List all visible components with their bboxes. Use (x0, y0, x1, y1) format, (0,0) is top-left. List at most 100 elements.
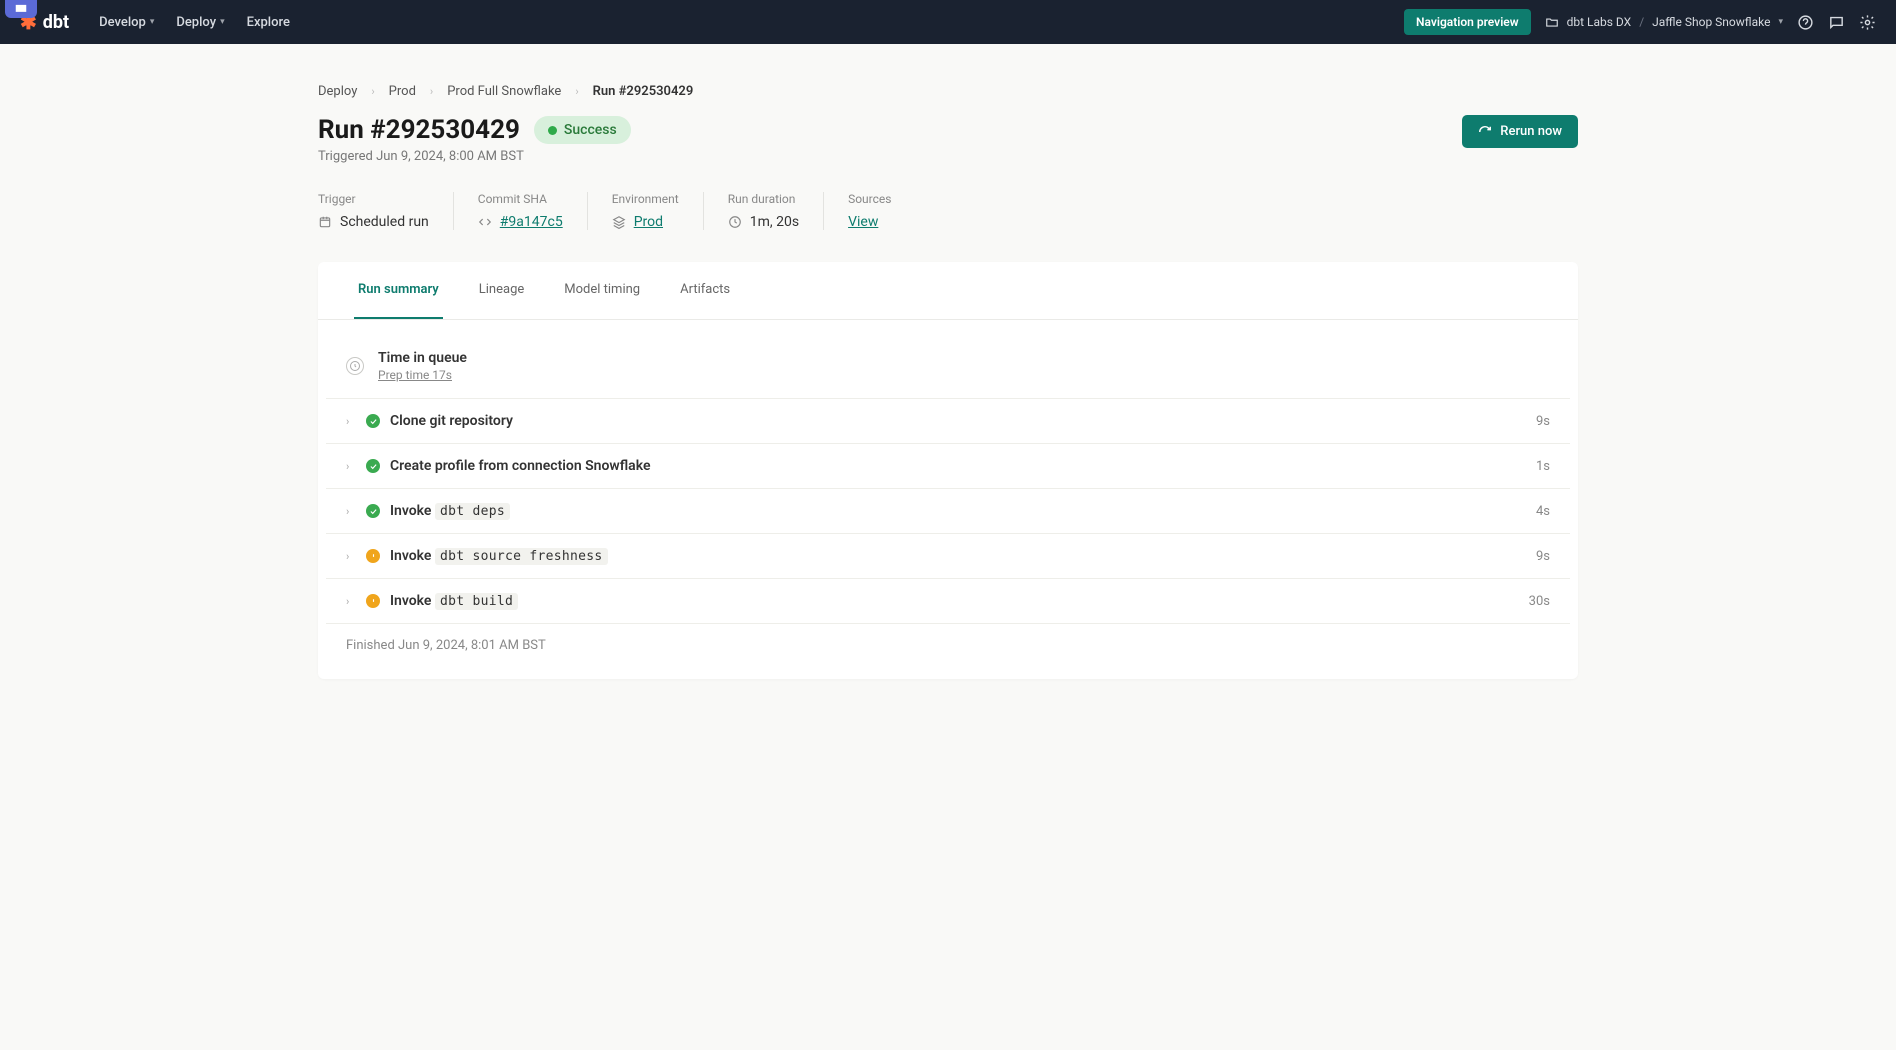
page-title: Run #292530429 (318, 115, 520, 145)
chevron-right-icon: › (371, 85, 374, 98)
nav-deploy[interactable]: Deploy ▾ (176, 15, 224, 30)
status-badge: Success (534, 116, 631, 144)
step-row[interactable]: › Create profile from connection Snowflak… (326, 443, 1570, 488)
account-name: dbt Labs DX (1567, 15, 1632, 29)
brand-text: dbt (43, 12, 69, 33)
run-summary-card: Run summary Lineage Model timing Artifac… (318, 262, 1578, 679)
step-prefix: Invoke (390, 593, 435, 609)
meta-commit-label: Commit SHA (478, 192, 563, 206)
project-name: Jaffle Shop Snowflake (1652, 15, 1770, 29)
account-project-selector[interactable]: dbt Labs DX / Jaffle Shop Snowflake ▾ (1545, 15, 1783, 29)
settings-icon[interactable] (1859, 14, 1876, 31)
step-command: dbt deps (435, 503, 510, 520)
queue-subtitle[interactable]: Prep time 17s (378, 368, 467, 382)
topbar-right: Navigation preview dbt Labs DX / Jaffle … (1404, 9, 1876, 35)
step-row[interactable]: ›Invoke dbt deps4s (326, 488, 1570, 533)
warning-icon (366, 549, 380, 563)
meta-commit-value[interactable]: #9a147c5 (500, 214, 563, 230)
step-row[interactable]: › Clone git repository 9s (326, 398, 1570, 443)
step-text: Create profile from connection Snowflake (390, 458, 651, 474)
success-icon (366, 414, 380, 428)
chevron-down-icon: ▾ (1778, 17, 1783, 27)
meta-commit: Commit SHA #9a147c5 (454, 192, 588, 230)
steps-list: Time in queue Prep time 17s › Clone git r… (318, 320, 1578, 675)
chevron-down-icon: ▾ (220, 17, 225, 27)
meta-trigger: Trigger Scheduled run (318, 192, 454, 230)
success-dot-icon (548, 126, 557, 135)
nav-explore-label: Explore (247, 15, 290, 30)
warning-icon (366, 594, 380, 608)
chevron-right-icon: › (575, 85, 578, 98)
breadcrumb-env[interactable]: Prod (389, 84, 416, 99)
success-icon (366, 504, 380, 518)
nav-items: Develop ▾ Deploy ▾ Explore (99, 15, 290, 30)
folder-icon (1545, 15, 1559, 29)
run-metadata: Trigger Scheduled run Commit SHA #9a147c… (318, 192, 1578, 230)
chevron-right-icon[interactable]: › (346, 460, 356, 473)
step-label: Clone git repository (390, 413, 513, 429)
clock-icon (346, 357, 364, 375)
step-prefix: Invoke (390, 503, 435, 519)
calendar-icon (318, 215, 332, 229)
tab-run-summary[interactable]: Run summary (354, 262, 443, 319)
tabs: Run summary Lineage Model timing Artifac… (318, 262, 1578, 320)
step-label: Invoke dbt deps (390, 503, 510, 519)
step-row[interactable]: › Invoke dbt build 30s (326, 578, 1570, 623)
step-duration: 9s (1536, 414, 1550, 429)
breadcrumb: Deploy › Prod › Prod Full Snowflake › Ru… (318, 84, 1578, 99)
nav-explore[interactable]: Explore (247, 15, 290, 30)
finished-time: Finished Jun 9, 2024, 8:01 AM BST (326, 623, 1570, 667)
meta-sources: Sources View (824, 192, 915, 230)
meta-trigger-label: Trigger (318, 192, 429, 206)
tab-model-timing[interactable]: Model timing (560, 262, 644, 319)
meta-env-label: Environment (612, 192, 679, 206)
nav-deploy-label: Deploy (176, 15, 216, 30)
step-row[interactable]: › Invoke dbt source freshness 9s (326, 533, 1570, 578)
navigation-preview-button[interactable]: Navigation preview (1404, 9, 1531, 35)
code-icon (478, 215, 492, 229)
meta-env-value[interactable]: Prod (634, 214, 663, 230)
step-prefix: Invoke (390, 548, 435, 564)
step-command: dbt build (435, 593, 518, 610)
meta-trigger-value: Scheduled run (340, 214, 429, 230)
step-duration: 30s (1529, 594, 1550, 609)
chevron-right-icon[interactable]: › (346, 505, 356, 518)
step-command: dbt source freshness (435, 548, 608, 565)
rerun-label: Rerun now (1500, 124, 1562, 139)
step-label: Create profile from connection Snowflake (390, 458, 651, 474)
step-label: Invoke dbt build (390, 593, 518, 609)
browser-tab-indicator (5, 0, 37, 18)
meta-duration: Run duration 1m, 20s (704, 192, 824, 230)
meta-duration-value: 1m, 20s (750, 214, 799, 230)
chevron-down-icon: ▾ (150, 17, 155, 27)
chevron-right-icon[interactable]: › (346, 550, 356, 563)
meta-sources-value[interactable]: View (848, 214, 878, 230)
tab-artifacts[interactable]: Artifacts (676, 262, 734, 319)
header-row: Run #292530429 Success Triggered Jun 9, … (318, 115, 1578, 164)
nav-develop[interactable]: Develop ▾ (99, 15, 154, 30)
breadcrumb-run: Run #292530429 (593, 84, 694, 99)
chevron-right-icon: › (430, 85, 433, 98)
step-label: Invoke dbt source freshness (390, 548, 608, 564)
meta-sources-label: Sources (848, 192, 891, 206)
triggered-time: Triggered Jun 9, 2024, 8:00 AM BST (318, 149, 631, 164)
separator: / (1639, 15, 1644, 29)
queue-row: Time in queue Prep time 17s (326, 340, 1570, 398)
help-icon[interactable] (1797, 14, 1814, 31)
chat-icon[interactable] (1828, 14, 1845, 31)
layers-icon (612, 215, 626, 229)
tab-lineage[interactable]: Lineage (475, 262, 529, 319)
chevron-right-icon[interactable]: › (346, 415, 356, 428)
rerun-button[interactable]: Rerun now (1462, 115, 1578, 148)
meta-duration-label: Run duration (728, 192, 799, 206)
status-label: Success (564, 122, 617, 138)
step-duration: 9s (1536, 549, 1550, 564)
chevron-right-icon[interactable]: › (346, 595, 356, 608)
clock-icon (728, 215, 742, 229)
step-text: Clone git repository (390, 413, 513, 429)
step-duration: 1s (1536, 459, 1550, 474)
page-content: Deploy › Prod › Prod Full Snowflake › Ru… (318, 44, 1578, 719)
nav-develop-label: Develop (99, 15, 146, 30)
breadcrumb-deploy[interactable]: Deploy (318, 84, 357, 99)
breadcrumb-job[interactable]: Prod Full Snowflake (447, 84, 561, 99)
